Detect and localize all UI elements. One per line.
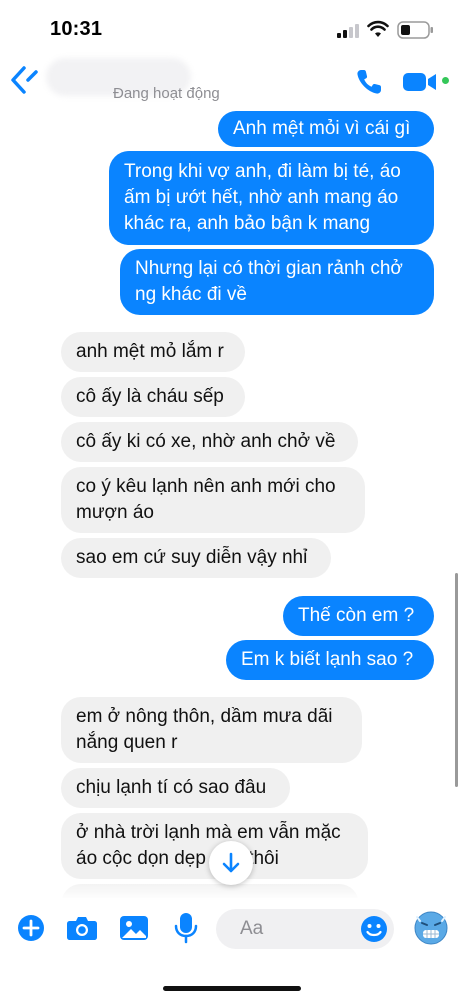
incoming-message[interactable]: sao em cứ suy diễn vậy nhỉ [61,538,331,578]
home-indicator [163,986,301,991]
online-indicator [440,75,451,86]
incoming-message[interactable]: em ở nông thôn, dầm mưa dãi nắng quen r [61,697,362,763]
message-text: ng khác đi về [135,284,247,305]
message-text: anh mệt mỏ lắm r [76,341,224,362]
gallery-button[interactable] [118,912,150,944]
outgoing-message[interactable]: Em k biết lạnh sao ? [226,640,434,680]
message-input-placeholder: Aa [240,918,264,939]
cold-face-emoji-icon [414,911,448,945]
camera-icon [67,917,97,940]
message-text: co ý kêu lạnh nên anh mới cho [76,476,336,497]
microphone-icon [174,913,198,944]
message-text: cô ấy là cháu sếp [76,386,224,407]
outgoing-message[interactable]: Trong khi vợ anh, đi làm bị té, áo ấm bị… [109,151,434,245]
message-text: Thế còn em ? [298,605,415,626]
message-text: Em k biết lạnh sao ? [241,649,414,670]
incoming-message[interactable]: cô ấy ki có xe, nhờ anh chở về [61,422,358,462]
phone-icon[interactable] [355,68,383,96]
message-text: ở nhà trời lạnh mà em vẫn mặc [76,822,341,843]
status-time: 10:31 [50,18,103,40]
message-text: em ở nông thôn, dầm mưa dãi [76,706,333,727]
outgoing-message[interactable]: Thế còn em ? [283,596,434,636]
back-icon[interactable] [8,64,42,96]
message-text: chịu lạnh tí có sao đâu [76,777,267,798]
outgoing-message[interactable]: Anh mệt mỏi vì cái gì [218,111,434,147]
scroll-to-bottom-button[interactable] [209,841,253,885]
incoming-message[interactable]: co ý kêu lạnh nên anh mới cho mượn áo [61,467,365,533]
message-text: mượn áo [76,502,154,523]
active-status: Đang hoạt động [113,85,220,102]
message-input[interactable]: Aa [216,909,394,949]
image-icon [120,916,148,940]
camera-button[interactable] [66,912,98,944]
wifi-icon [367,20,389,37]
message-text: Nhưng lại có thời gian rảnh chở [135,258,403,279]
microphone-button[interactable] [170,912,202,944]
message-text: Anh mệt mỏi vì cái gì [233,118,411,139]
chat-header: Đang hoạt động [0,58,461,110]
plus-icon [18,915,44,941]
incoming-message[interactable]: chịu lạnh tí có sao đâu [61,768,290,808]
signal-icon [337,24,361,38]
status-bar: 10:31 [0,0,461,58]
message-text: khác ra, anh bảo bận k mang [124,213,371,234]
emoji-icon[interactable] [359,914,389,944]
plus-button[interactable] [15,912,47,944]
composer-bar: Aa [0,898,461,964]
incoming-message[interactable]: cô ấy là cháu sếp [61,377,245,417]
message-text: nắng quen r [76,732,178,753]
message-text: cô ấy ki có xe, nhờ anh chở về [76,431,336,452]
video-icon[interactable] [402,70,438,94]
battery-icon [397,21,433,39]
message-text: ấm bị ướt hết, nhờ anh mang áo [124,187,399,208]
outgoing-message[interactable]: Nhưng lại có thời gian rảnh chở ng khác … [120,249,434,315]
scrollbar[interactable] [455,573,458,787]
arrow-down-icon [222,852,240,873]
message-text: Trong khi vợ anh, đi làm bị té, áo [124,161,401,182]
incoming-message[interactable]: anh mệt mỏ lắm r [61,332,245,372]
message-text: sao em cứ suy diễn vậy nhỉ [76,547,308,568]
quick-reaction-button[interactable] [413,910,449,946]
